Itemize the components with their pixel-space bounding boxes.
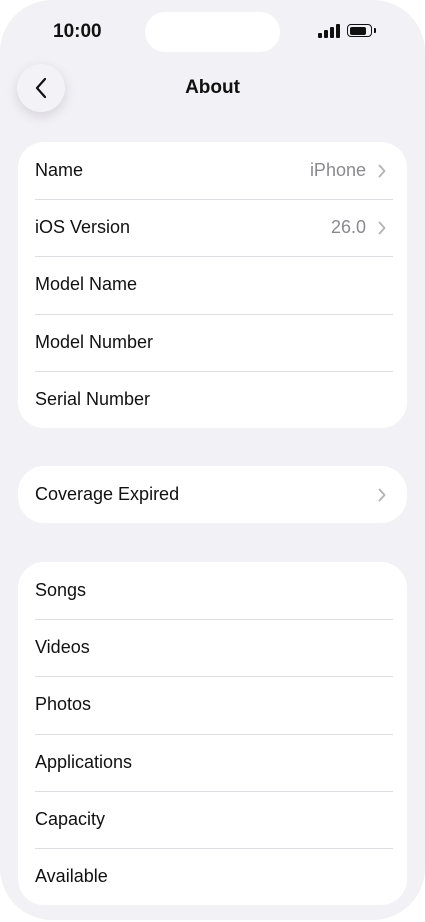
row-label: Available: [35, 866, 108, 887]
settings-row-available[interactable]: Available: [18, 847, 407, 905]
settings-row-serial-number[interactable]: Serial Number: [18, 370, 407, 428]
battery-icon: [347, 24, 372, 37]
row-label: Videos: [35, 637, 90, 658]
settings-row-capacity[interactable]: Capacity: [18, 790, 407, 848]
coverage-group: Coverage Expired: [18, 466, 407, 524]
row-label: Applications: [35, 751, 133, 772]
settings-row-coverage-expired[interactable]: Coverage Expired: [18, 466, 407, 523]
row-label: Songs: [35, 580, 87, 601]
row-value: iPhone: [309, 160, 366, 181]
row-label: iOS Version: [35, 217, 131, 238]
dynamic-island: [145, 12, 280, 52]
settings-row-model-number[interactable]: Model Number: [18, 313, 407, 371]
battery-cap: [374, 28, 376, 33]
chevron-right-icon: [378, 221, 386, 235]
settings-row-ios-version[interactable]: iOS Version 26.0: [18, 199, 407, 256]
phone-screen: 10:00 About Name iPhone iOS Version 26.0 Mod…: [0, 0, 425, 920]
device-info-group: Name iPhone iOS Version 26.0 Model Name Model…: [18, 142, 407, 428]
row-value: 26.0: [330, 217, 366, 238]
settings-row-applications[interactable]: Applications: [18, 733, 407, 791]
settings-row-photos[interactable]: Photos: [18, 676, 407, 733]
storage-info-group: Songs Videos Photos Applications Capacity Ava…: [18, 562, 407, 906]
row-label: Coverage Expired: [35, 484, 180, 505]
page-title: About: [185, 77, 240, 98]
battery-level: [349, 26, 366, 35]
status-time: 10:00: [53, 21, 102, 42]
settings-row-model-name[interactable]: Model Name: [18, 256, 407, 313]
chevron-right-icon: [378, 488, 386, 501]
settings-row-videos[interactable]: Videos: [18, 619, 407, 676]
settings-row-name[interactable]: Name iPhone: [18, 142, 407, 199]
row-label: Model Name: [35, 274, 138, 295]
row-label: Photos: [35, 694, 92, 715]
row-label: Name: [35, 160, 84, 181]
row-label: Serial Number: [35, 388, 151, 409]
row-label: Capacity: [35, 808, 106, 829]
row-label: Model Number: [35, 331, 154, 352]
settings-row-songs[interactable]: Songs: [18, 562, 407, 619]
chevron-right-icon: [378, 164, 386, 177]
cellular-signal-icon: [318, 24, 340, 38]
